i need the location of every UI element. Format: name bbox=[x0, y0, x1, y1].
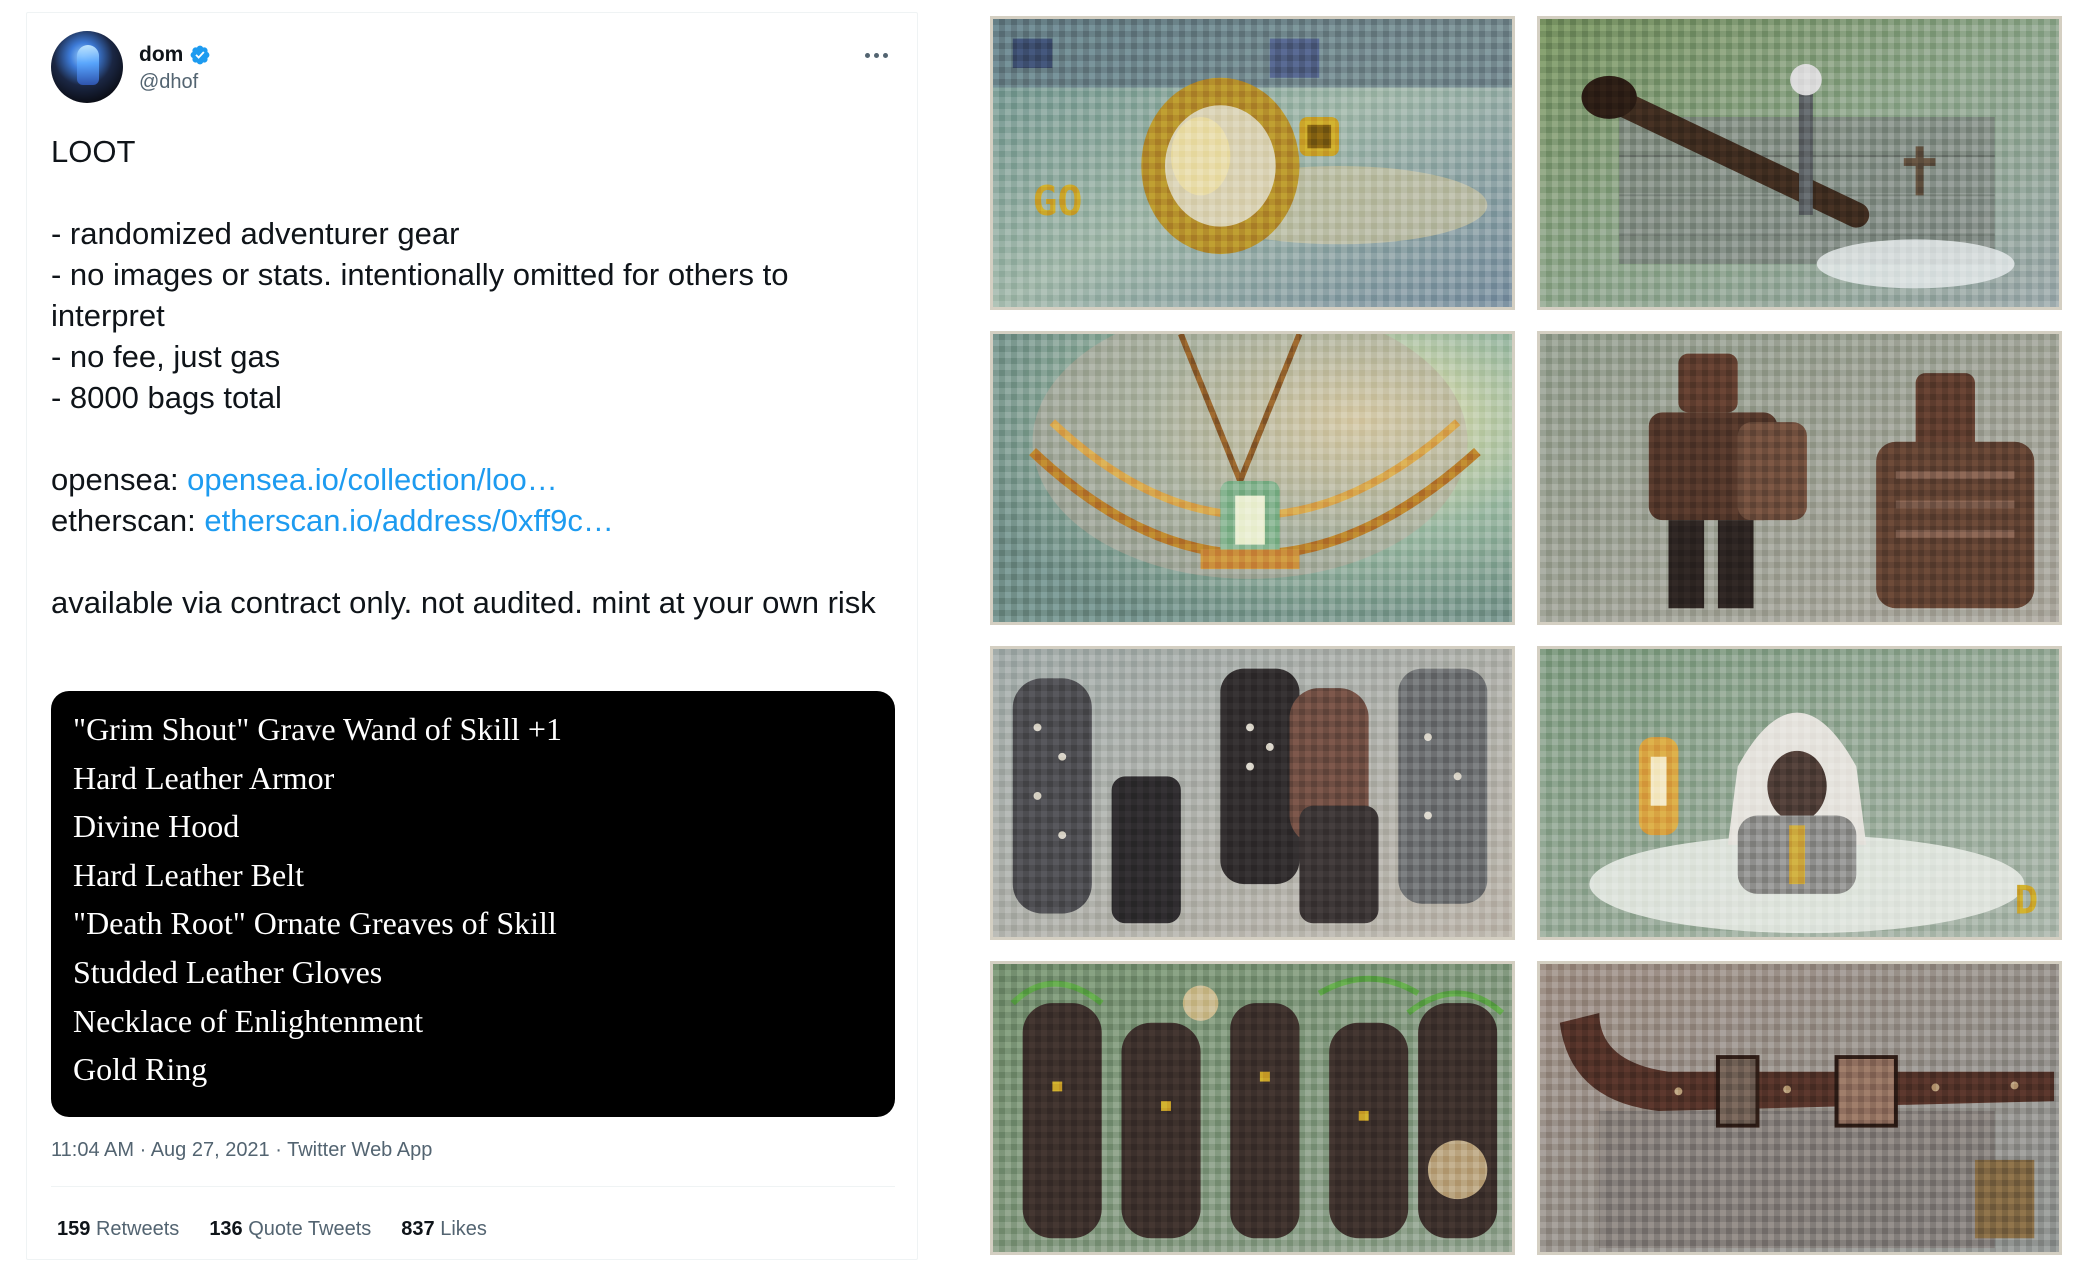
loot-item: Hard Leather Armor bbox=[73, 759, 335, 796]
verified-icon bbox=[189, 44, 211, 66]
retweets-count: 159 bbox=[57, 1218, 91, 1240]
display-name[interactable]: dom bbox=[139, 43, 183, 67]
hard-leather-armor-image[interactable] bbox=[1537, 331, 2062, 625]
etherscan-label: etherscan: bbox=[51, 503, 205, 538]
disclaimer: available via contract only. not audited… bbox=[51, 585, 876, 620]
ornate-greaves-image[interactable] bbox=[990, 961, 1515, 1255]
necklace-image[interactable] bbox=[990, 331, 1515, 625]
bullet-4: - 8000 bags total bbox=[51, 380, 282, 415]
loot-item: "Grim Shout" Grave Wand of Skill +1 bbox=[73, 711, 562, 747]
quote-tweets-label: Quote Tweets bbox=[248, 1218, 372, 1240]
loot-bag-image[interactable]: "Grim Shout" Grave Wand of Skill +1 Hard… bbox=[51, 691, 895, 1117]
loot-item: Necklace of Enlightenment bbox=[73, 1002, 424, 1039]
bullet-2: - no images or stats. intentionally omit… bbox=[51, 257, 789, 333]
grave-wand-image[interactable] bbox=[1537, 16, 2062, 310]
etherscan-line: etherscan: etherscan.io/address/0xff9c… bbox=[51, 500, 895, 541]
gold-ring-image[interactable]: GO bbox=[990, 16, 1515, 310]
opensea-link[interactable]: opensea.io/collection/loo… bbox=[187, 462, 558, 497]
tweet-card: dom @dhof LOOT - randomized adventurer g… bbox=[26, 12, 918, 1260]
opensea-label: opensea: bbox=[51, 462, 188, 497]
loot-item: Gold Ring bbox=[73, 1051, 208, 1088]
divider bbox=[51, 1186, 895, 1187]
likes-stat[interactable]: 837 Likes bbox=[401, 1218, 487, 1241]
svg-text:GO: GO bbox=[1033, 177, 1083, 225]
tweet-timestamp[interactable]: 11:04 AM · Aug 27, 2021 · Twitter Web Ap… bbox=[51, 1139, 432, 1162]
quote-tweets-stat[interactable]: 136 Quote Tweets bbox=[209, 1218, 371, 1241]
more-options-icon[interactable] bbox=[861, 45, 891, 65]
tweet-header: dom @dhof bbox=[51, 31, 895, 107]
engagement-stats: 159 Retweets 136 Quote Tweets 837 Likes bbox=[57, 1218, 487, 1241]
opensea-line: opensea: opensea.io/collection/loo… bbox=[51, 459, 895, 500]
tweet-text: LOOT - randomized adventurer gear - no i… bbox=[51, 131, 895, 623]
display-name-row: dom bbox=[139, 43, 211, 67]
avatar-figure bbox=[77, 45, 99, 85]
retweets-label: Retweets bbox=[95, 1218, 180, 1240]
tweet-title: LOOT bbox=[51, 134, 136, 169]
quote-tweets-count: 136 bbox=[209, 1218, 243, 1240]
avatar[interactable] bbox=[51, 31, 123, 103]
loot-item: "Death Root" Ornate Greaves of Skill bbox=[73, 905, 557, 942]
bullet-1: - randomized adventurer gear bbox=[51, 216, 460, 251]
hard-leather-belt-image[interactable] bbox=[1537, 961, 2062, 1255]
loot-item: Divine Hood bbox=[73, 808, 240, 845]
loot-item: Studded Leather Gloves bbox=[73, 953, 383, 990]
bullet-3: - no fee, just gas bbox=[51, 339, 281, 374]
likes-label: Likes bbox=[440, 1218, 487, 1240]
etherscan-link[interactable]: etherscan.io/address/0xff9c… bbox=[204, 503, 614, 538]
loot-item: Hard Leather Belt bbox=[73, 856, 304, 893]
handle[interactable]: @dhof bbox=[139, 71, 211, 94]
retweets-stat[interactable]: 159 Retweets bbox=[57, 1218, 179, 1241]
divine-hood-image[interactable]: D bbox=[1537, 646, 2062, 940]
studded-leather-gloves-image[interactable] bbox=[990, 646, 1515, 940]
user-block: dom @dhof bbox=[139, 43, 211, 94]
likes-count: 837 bbox=[401, 1218, 435, 1240]
svg-text:D: D bbox=[2015, 878, 2039, 924]
